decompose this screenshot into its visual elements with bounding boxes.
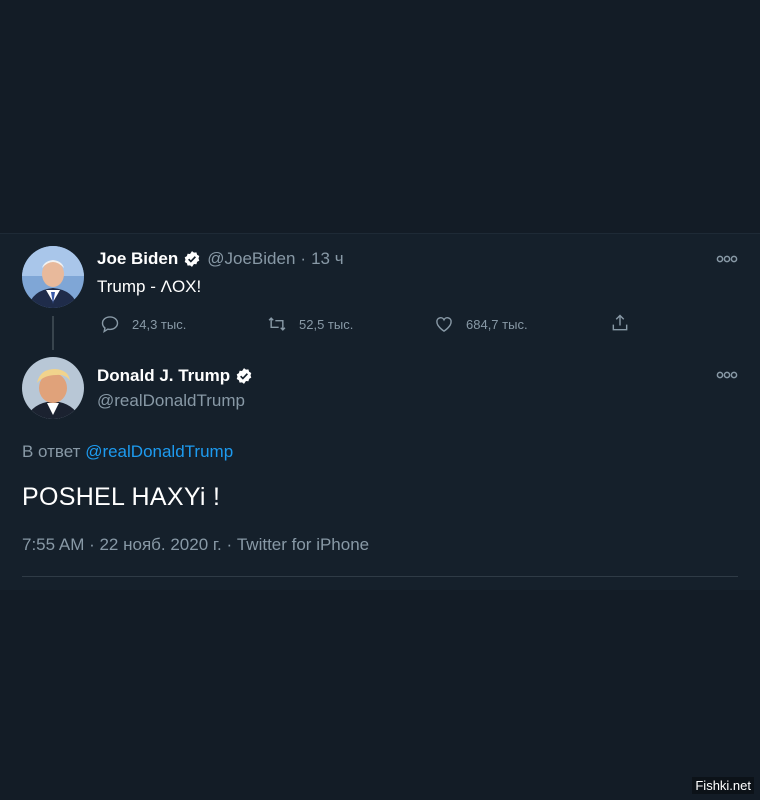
share-icon [612,314,628,331]
reply-count: 24,3 тыс. [132,316,187,332]
tweet2-handle-row: @realDonaldTrump [97,391,245,411]
retweet-button[interactable]: 52,5 тыс. [267,314,353,334]
tweet1-text: Trump - ΛOX! [97,277,202,296]
like-button[interactable]: 684,7 тыс. [434,314,528,334]
reply-to-link[interactable]: @realDonaldTrump [85,442,233,461]
avatar-image [22,357,84,419]
divider [22,576,738,577]
share-button[interactable] [610,313,642,333]
tweet2-text: POSHEL HAXYi ! [22,483,221,511]
separator-dot: · [300,249,307,268]
author-name[interactable]: Donald J. Trump [97,366,230,386]
thread-connector [52,316,54,350]
avatar-donald-trump[interactable] [22,357,84,419]
verified-badge-icon [184,251,200,267]
more-options-icon[interactable] [716,255,738,263]
reply-button[interactable]: 24,3 тыс. [100,314,186,334]
avatar-image [22,246,84,308]
tweet-time[interactable]: 13 ч [311,249,344,269]
more-options-icon[interactable] [716,371,738,379]
avatar-joe-biden[interactable] [22,246,84,308]
watermark: Fishki.net [692,777,754,794]
author-handle[interactable]: @JoeBiden [207,249,295,269]
like-icon [436,317,452,332]
verified-badge-icon [236,368,252,384]
tweet-timestamp[interactable]: 7:55 AM · 22 нояб. 2020 г. · Twitter for… [22,535,369,555]
author-name[interactable]: Joe Biden [97,249,178,269]
tweet2-header: Donald J. Trump [97,366,253,386]
reply-icon [101,316,119,334]
reply-context: В ответ @realDonaldTrump [22,442,233,462]
retweet-count: 52,5 тыс. [299,316,354,332]
reply-prefix: В ответ [22,442,81,461]
tweet1-header: Joe Biden @JoeBiden · 13 ч [97,249,344,269]
like-count: 684,7 тыс. [466,316,528,332]
retweet-icon [268,317,286,331]
author-handle[interactable]: @realDonaldTrump [97,391,245,411]
